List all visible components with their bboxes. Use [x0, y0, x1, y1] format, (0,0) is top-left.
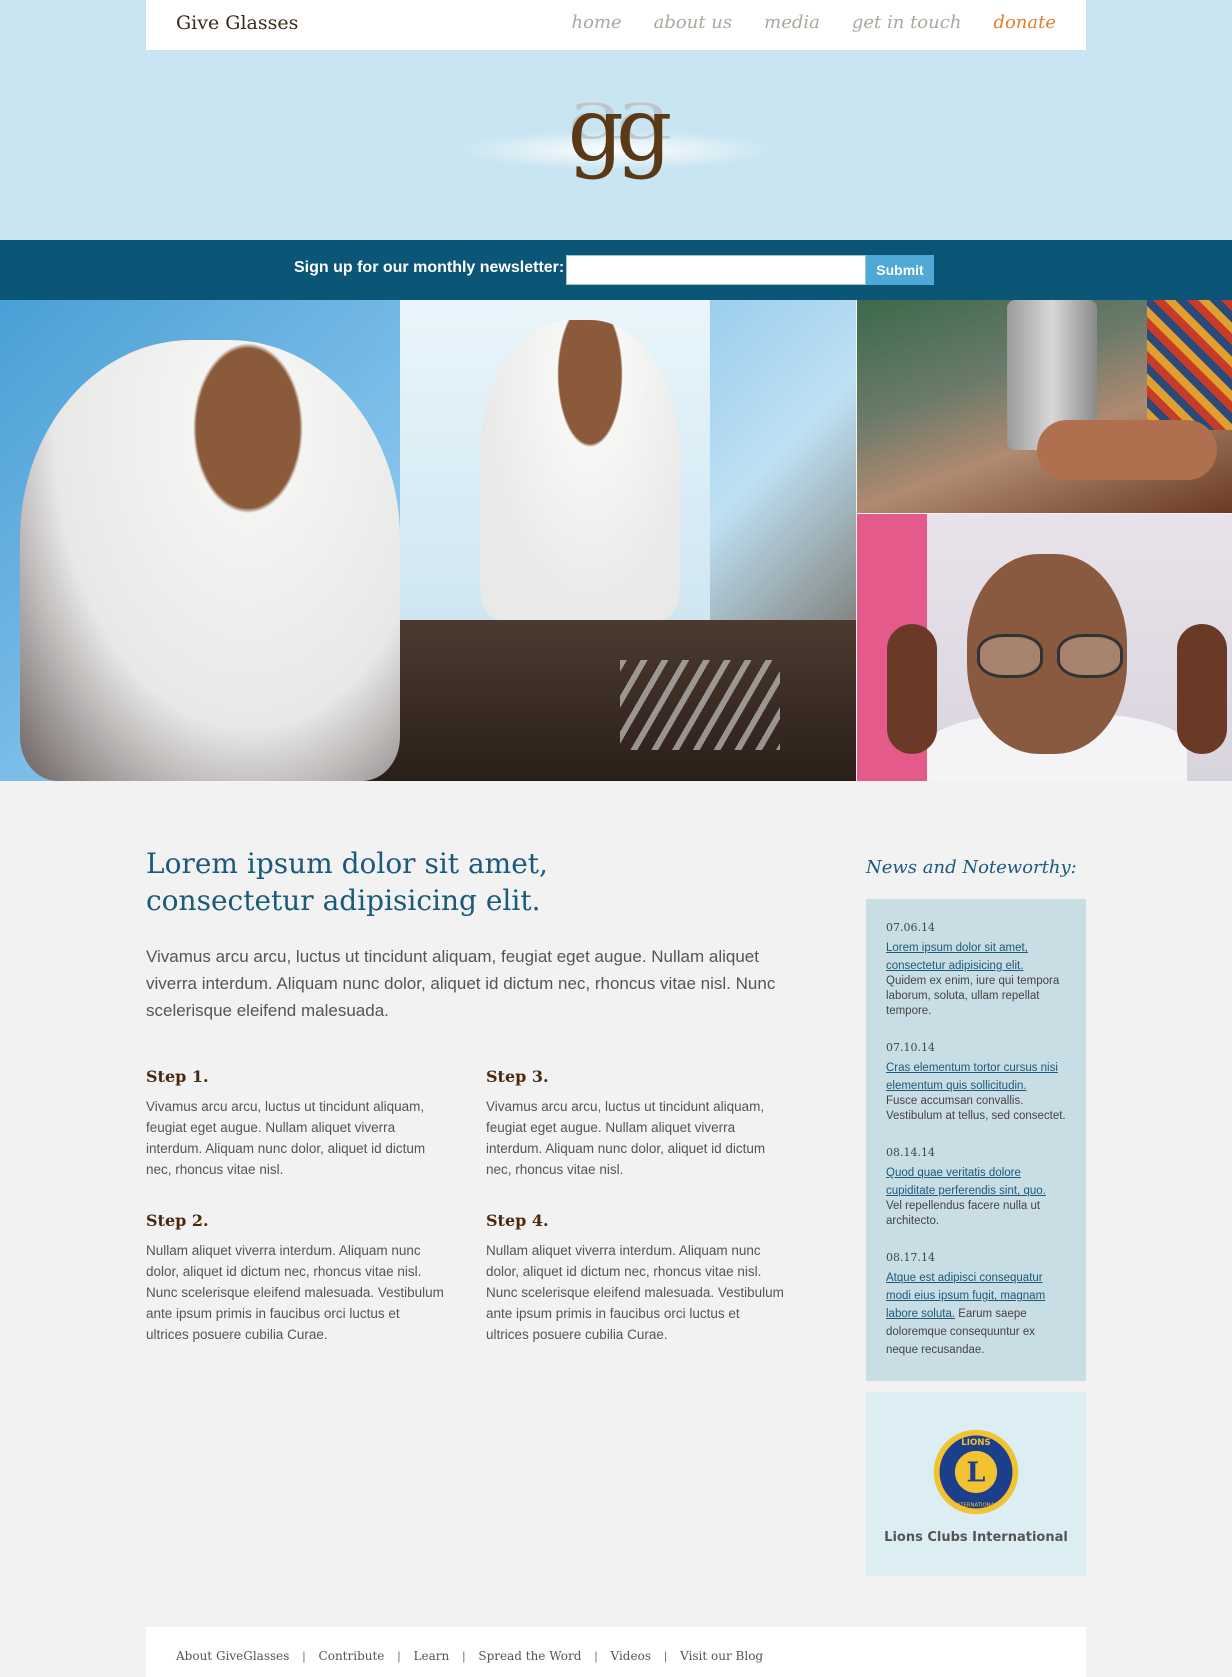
- news-item: 07.06.14 Lorem ipsum dolor sit amet, con…: [886, 921, 1066, 1019]
- photo-glasses-pile: [620, 660, 780, 750]
- partner-name: Lions Clubs International: [884, 1530, 1068, 1545]
- hero-photo-glasses: [857, 514, 1232, 781]
- step-title: Step 4.: [486, 1211, 549, 1230]
- step-2: Step 2. Nullam aliquet viverra interdum.…: [146, 1211, 446, 1345]
- footer-separator: |: [462, 1649, 466, 1663]
- lead-paragraph: Vivamus arcu arcu, luctus ut tincidunt a…: [146, 947, 776, 1020]
- news-link[interactable]: Cras elementum tortor cursus nisi elemen…: [886, 1062, 1058, 1092]
- step-text: Vivamus arcu arcu, luctus ut tincidunt a…: [486, 1099, 766, 1177]
- nav-home-link[interactable]: home: [572, 12, 622, 33]
- page-headline: Lorem ipsum dolor sit amet, consectetur …: [146, 845, 786, 919]
- footer-contribute-link[interactable]: Contribute: [319, 1649, 385, 1663]
- news-link[interactable]: Lorem ipsum dolor sit amet, consectetur …: [886, 942, 1028, 972]
- newsletter-email-input[interactable]: [566, 255, 866, 285]
- photo-cloth: [1147, 300, 1232, 430]
- emblem-bottom-text: INTERNATIONAL: [955, 1503, 997, 1509]
- footer-separator: |: [397, 1649, 401, 1663]
- news-list: 07.06.14 Lorem ipsum dolor sit amet, con…: [866, 899, 1086, 1381]
- footer-learn-link[interactable]: Learn: [414, 1649, 450, 1663]
- photo-person-front: [20, 340, 400, 781]
- news-item: 08.17.14 Atque est adipisci consequatur …: [886, 1251, 1066, 1358]
- news-link[interactable]: Quod quae veritatis dolore cupiditate pe…: [886, 1167, 1046, 1197]
- photo-lens-right: [1057, 634, 1123, 678]
- brand-name[interactable]: Give Glasses: [176, 12, 298, 34]
- footer-separator: |: [302, 1649, 306, 1663]
- newsletter-label: Sign up for our monthly newsletter:: [294, 259, 565, 276]
- newsletter-bar: Sign up for our monthly newsletter: Subm…: [0, 240, 1232, 300]
- footer-blog-link[interactable]: Visit our Blog: [680, 1649, 763, 1663]
- photo-hand-left: [887, 624, 937, 754]
- news-date: 08.14.14: [886, 1146, 935, 1159]
- lions-emblem-icon: L LIONS INTERNATIONAL: [933, 1429, 1019, 1515]
- partner-lions-club[interactable]: L LIONS INTERNATIONAL Lions Clubs Intern…: [866, 1392, 1086, 1576]
- photo-lens-left: [977, 634, 1043, 678]
- footer-spread-link[interactable]: Spread the Word: [478, 1649, 581, 1663]
- footer-nav: About GiveGlasses | Contribute | Learn |…: [146, 1627, 1086, 1677]
- news-text: Quidem ex enim, iure qui tempora laborum…: [886, 975, 1060, 1017]
- footer-separator: |: [663, 1649, 668, 1663]
- step-text: Nullam aliquet viverra interdum. Aliquam…: [146, 1243, 444, 1342]
- news-text: Vel repellendus facere nulla ut architec…: [886, 1200, 1041, 1227]
- news-item: 07.10.14 Cras elementum tortor cursus ni…: [886, 1041, 1066, 1124]
- news-date: 08.17.14: [886, 1251, 935, 1264]
- step-title: Step 2.: [146, 1211, 209, 1230]
- step-text: Nullam aliquet viverra interdum. Aliquam…: [486, 1243, 784, 1342]
- hero-photo-sewing: [857, 300, 1232, 513]
- footer-separator: |: [594, 1649, 598, 1663]
- step-title: Step 1.: [146, 1067, 209, 1086]
- top-navbar: Give Glasses home about us media get in …: [146, 0, 1086, 50]
- news-text: Fusce accumsan convallis. Vestibulum at …: [886, 1095, 1066, 1122]
- nav-contact-link[interactable]: get in touch: [852, 12, 962, 33]
- step-title: Step 3.: [486, 1067, 549, 1086]
- site-logo[interactable]: gg gg: [446, 78, 786, 210]
- emblem-letter: L: [967, 1458, 986, 1489]
- news-item: 08.14.14 Quod quae veritatis dolore cupi…: [886, 1146, 1066, 1229]
- hero-photo-main: [0, 300, 856, 781]
- step-text: Vivamus arcu arcu, luctus ut tincidunt a…: [146, 1099, 426, 1177]
- photo-hands: [1037, 420, 1217, 480]
- news-date: 07.10.14: [886, 1041, 935, 1054]
- nav-media-link[interactable]: media: [764, 12, 820, 33]
- step-3: Step 3. Vivamus arcu arcu, luctus ut tin…: [486, 1067, 786, 1180]
- nav-donate-link[interactable]: donate: [993, 12, 1056, 33]
- footer-about-link[interactable]: About GiveGlasses: [176, 1649, 289, 1663]
- headline-line-1: Lorem ipsum dolor sit amet,: [146, 847, 548, 880]
- news-heading: News and Noteworthy:: [866, 857, 1077, 878]
- logo-mark: gg: [567, 78, 673, 181]
- main-nav: home about us media get in touch donate: [572, 12, 1056, 33]
- photo-person-back: [480, 320, 680, 620]
- step-4: Step 4. Nullam aliquet viverra interdum.…: [486, 1211, 786, 1345]
- photo-hand-right: [1177, 624, 1227, 754]
- emblem-top-text: LIONS: [961, 1438, 990, 1448]
- headline-line-2: consectetur adipisicing elit.: [146, 884, 541, 917]
- main-content: Lorem ipsum dolor sit amet, consectetur …: [146, 845, 786, 1342]
- newsletter-submit-button[interactable]: Submit: [866, 255, 934, 285]
- nav-about-link[interactable]: about us: [654, 12, 732, 33]
- news-date: 07.06.14: [886, 921, 935, 934]
- step-1: Step 1. Vivamus arcu arcu, luctus ut tin…: [146, 1067, 446, 1180]
- footer-videos-link[interactable]: Videos: [611, 1649, 651, 1663]
